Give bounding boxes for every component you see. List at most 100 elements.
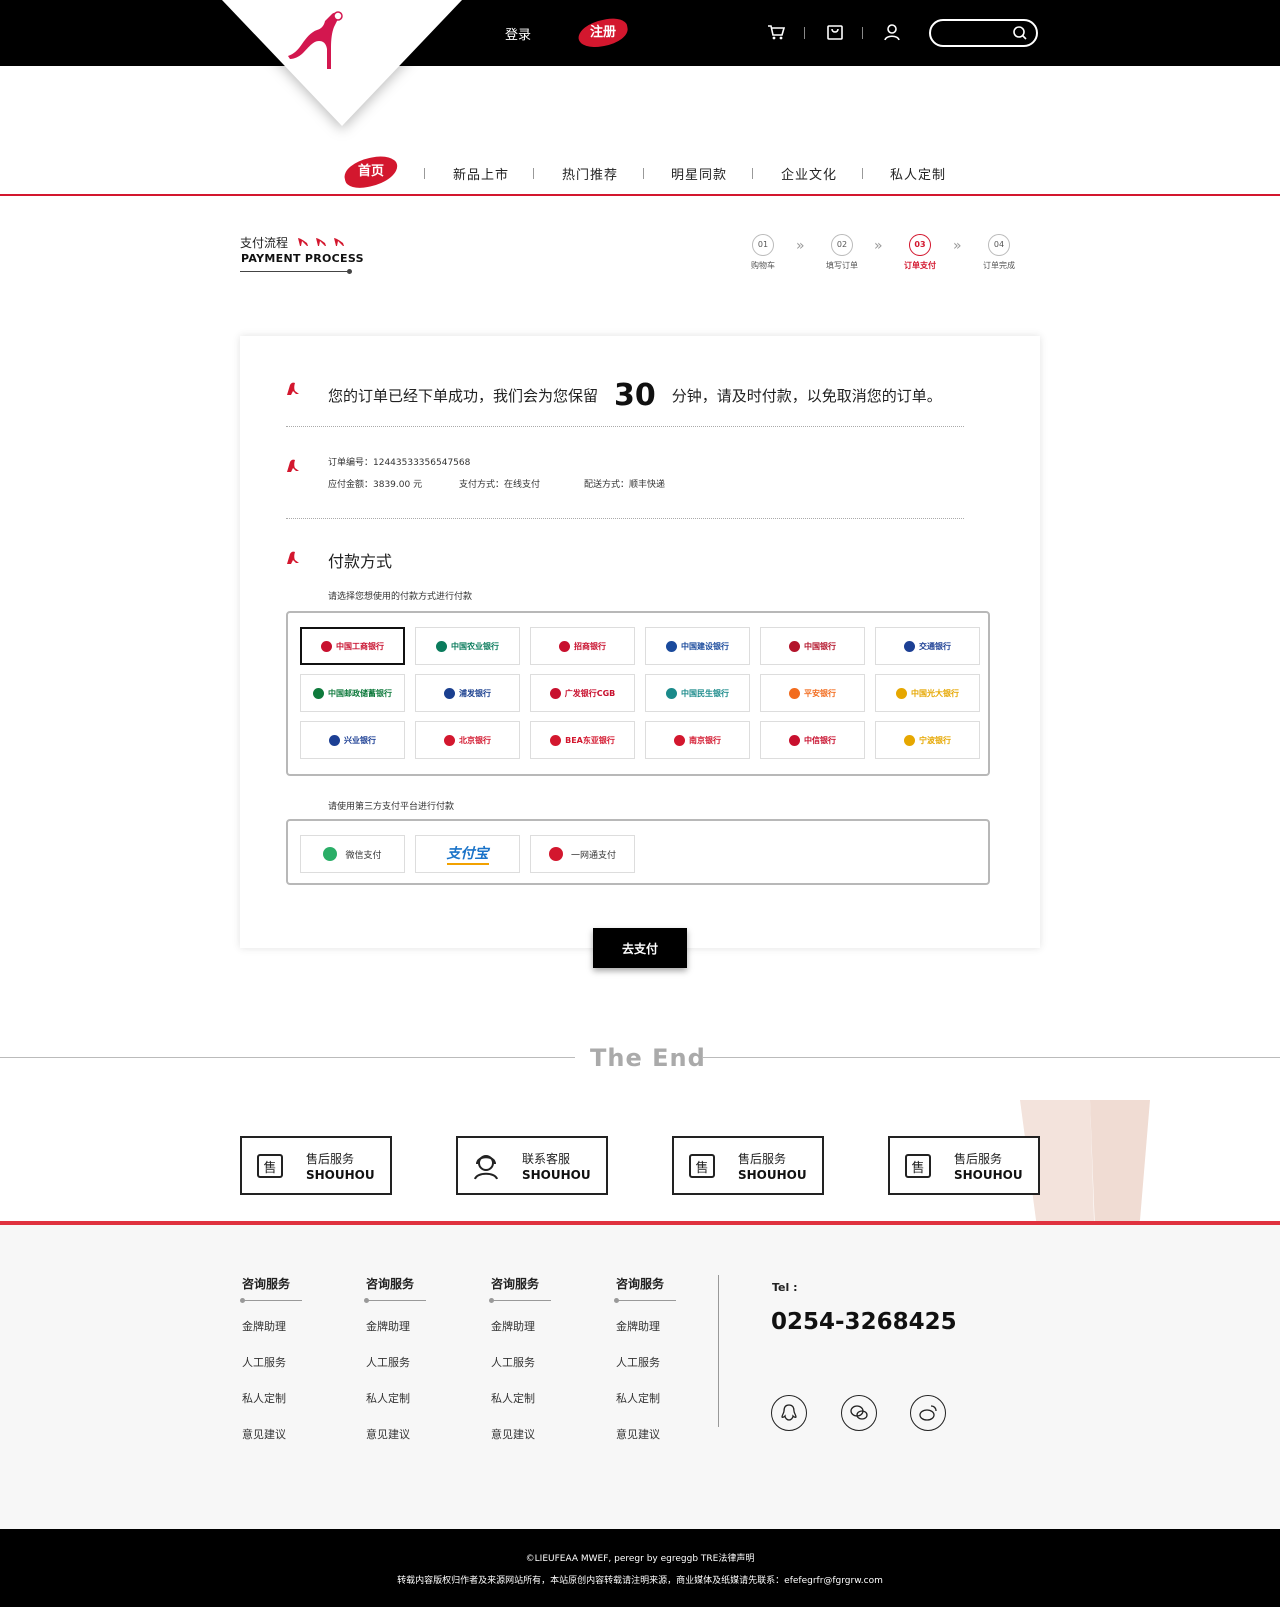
bank-name: 中国农业银行 xyxy=(451,641,499,651)
search-input[interactable] xyxy=(941,24,1011,42)
bank-option[interactable]: 中国工商银行 xyxy=(300,627,405,665)
weibo-icon[interactable] xyxy=(910,1395,946,1431)
nav-item-culture[interactable]: 企业文化 xyxy=(781,164,837,183)
bank-name: BEA东亚银行 xyxy=(565,735,615,745)
nav-item-new[interactable]: 新品上市 xyxy=(453,164,509,183)
footer-link[interactable]: 私人定制 xyxy=(242,1390,322,1406)
top-bar: 登录 注册 xyxy=(0,0,1280,66)
shoe-icon xyxy=(287,459,299,472)
bank-logo-icon xyxy=(904,734,915,746)
go-pay-button[interactable]: 去支付 xyxy=(593,928,687,968)
bank-option[interactable]: 北京银行 xyxy=(415,721,520,759)
netpay-icon xyxy=(548,847,563,861)
bank-name: 广发银行CGB xyxy=(564,688,616,698)
order-amount: 应付金额：3839.00 元 xyxy=(328,480,423,490)
shoe-icon xyxy=(298,238,308,246)
footer-link[interactable]: 意见建议 xyxy=(242,1426,322,1442)
order-msg-before: 您的订单已经下单成功，我们会为您保留 xyxy=(328,387,599,405)
bank-option[interactable]: 南京银行 xyxy=(645,721,750,759)
footer-link[interactable]: 金牌助理 xyxy=(616,1318,696,1334)
nav-item-star[interactable]: 明星同款 xyxy=(671,164,727,183)
bank-name: 中国民生银行 xyxy=(681,688,729,698)
nav-item-custom[interactable]: 私人定制 xyxy=(890,164,946,183)
process-title-en: PAYMENT PROCESS xyxy=(241,252,364,265)
register-button[interactable]: 注册 xyxy=(576,15,630,51)
step-label: 填写订单 xyxy=(826,261,858,270)
bank-logo-icon xyxy=(559,640,570,652)
footer-link[interactable]: 金牌助理 xyxy=(242,1318,322,1334)
cart-icon[interactable] xyxy=(766,22,786,42)
footer-link[interactable]: 意见建议 xyxy=(616,1426,696,1442)
footer-link[interactable]: 人工服务 xyxy=(491,1354,571,1370)
footer-link[interactable]: 私人定制 xyxy=(491,1390,571,1406)
service-sub: SHOUHOU xyxy=(738,1168,807,1182)
bank-option[interactable]: 招商银行 xyxy=(530,627,635,665)
nav-item-hot[interactable]: 热门推荐 xyxy=(562,164,618,183)
reserve-minutes: 30 xyxy=(614,378,656,413)
alipay-option[interactable]: 支付宝 xyxy=(415,835,520,873)
footer-link[interactable]: 私人定制 xyxy=(366,1390,446,1406)
bank-logo-icon xyxy=(329,734,340,746)
footer-link[interactable]: 意见建议 xyxy=(491,1426,571,1442)
bank-logo-icon xyxy=(789,687,800,699)
bank-option[interactable]: 中信银行 xyxy=(760,721,865,759)
wechat-icon[interactable] xyxy=(841,1395,877,1431)
login-link[interactable]: 登录 xyxy=(505,24,531,43)
bank-option[interactable]: 宁波银行 xyxy=(875,721,980,759)
footer-link[interactable]: 人工服务 xyxy=(366,1354,446,1370)
bank-option[interactable]: 浦发银行 xyxy=(415,674,520,712)
search-icon[interactable] xyxy=(1012,25,1028,41)
bank-option[interactable]: 中国光大银行 xyxy=(875,674,980,712)
nav-item-home[interactable]: 首页 xyxy=(341,152,401,192)
bank-name: 招商银行 xyxy=(574,641,606,651)
service-box-after-sale[interactable]: 售 售后服务 SHOUHOU xyxy=(240,1136,392,1195)
bank-name: 宁波银行 xyxy=(919,735,951,745)
qq-icon[interactable] xyxy=(771,1395,807,1431)
bank-option[interactable]: 中国建设银行 xyxy=(645,627,750,665)
bank-option[interactable]: 平安银行 xyxy=(760,674,865,712)
bank-logo-icon xyxy=(896,687,907,699)
footer-link[interactable]: 私人定制 xyxy=(616,1390,696,1406)
user-icon[interactable] xyxy=(882,22,902,42)
bank-name: 中信银行 xyxy=(804,735,836,745)
footer-link[interactable]: 意见建议 xyxy=(366,1426,446,1442)
step-number: 03 xyxy=(909,234,931,256)
bank-option[interactable]: 中国民生银行 xyxy=(645,674,750,712)
service-box-after-sale[interactable]: 售 售后服务 SHOUHOU xyxy=(672,1136,824,1195)
logo-shoe-icon[interactable] xyxy=(286,8,350,78)
bank-option[interactable]: 广发银行CGB xyxy=(530,674,635,712)
bank-option[interactable]: 中国农业银行 xyxy=(415,627,520,665)
after-sale-icon: 售 xyxy=(689,1154,715,1178)
bag-icon[interactable] xyxy=(825,22,845,42)
step-fill-order: 02 填写订单 xyxy=(812,234,872,271)
bank-name: 交通银行 xyxy=(919,641,951,651)
footer-link[interactable]: 人工服务 xyxy=(242,1354,322,1370)
double-chevron-icon: » xyxy=(874,238,882,254)
step-label: 购物车 xyxy=(751,261,775,270)
step-label: 订单完成 xyxy=(983,261,1015,270)
service-title: 售后服务 xyxy=(306,1152,355,1166)
service-box-contact[interactable]: 联系客服 SHOUHOU xyxy=(456,1136,608,1195)
bank-logo-icon xyxy=(444,734,455,746)
bank-option[interactable]: 中国银行 xyxy=(760,627,865,665)
order-delivery: 配送方式：顺丰快递 xyxy=(584,480,666,490)
order-number: 订单编号：12443533356547568 xyxy=(328,458,471,468)
bank-option[interactable]: 中国邮政储蓄银行 xyxy=(300,674,405,712)
footer-column: 咨询服务 金牌助理 人工服务 私人定制 意见建议 xyxy=(364,1275,446,1442)
service-sub: SHOUHOU xyxy=(522,1168,591,1182)
step-cart: 01 购物车 xyxy=(733,234,793,271)
footer-link[interactable]: 金牌助理 xyxy=(491,1318,571,1334)
bank-option[interactable]: 兴业银行 xyxy=(300,721,405,759)
divider xyxy=(862,27,863,39)
order-pay-method: 支付方式：在线支付 xyxy=(459,480,541,490)
service-box-after-sale[interactable]: 售 售后服务 SHOUHOU xyxy=(888,1136,1040,1195)
search-box xyxy=(929,19,1038,47)
bank-option[interactable]: 交通银行 xyxy=(875,627,980,665)
wechat-pay-option[interactable]: 微信支付 xyxy=(300,835,405,873)
cmb-netpay-option[interactable]: 一网通支付 xyxy=(530,835,635,873)
footer-link[interactable]: 金牌助理 xyxy=(366,1318,446,1334)
bank-option[interactable]: BEA东亚银行 xyxy=(530,721,635,759)
order-success-message: 您的订单已经下单成功，我们会为您保留 30 分钟，请及时付款，以免取消您的订单。 xyxy=(328,378,942,413)
process-underline xyxy=(240,269,352,274)
footer-link[interactable]: 人工服务 xyxy=(616,1354,696,1370)
